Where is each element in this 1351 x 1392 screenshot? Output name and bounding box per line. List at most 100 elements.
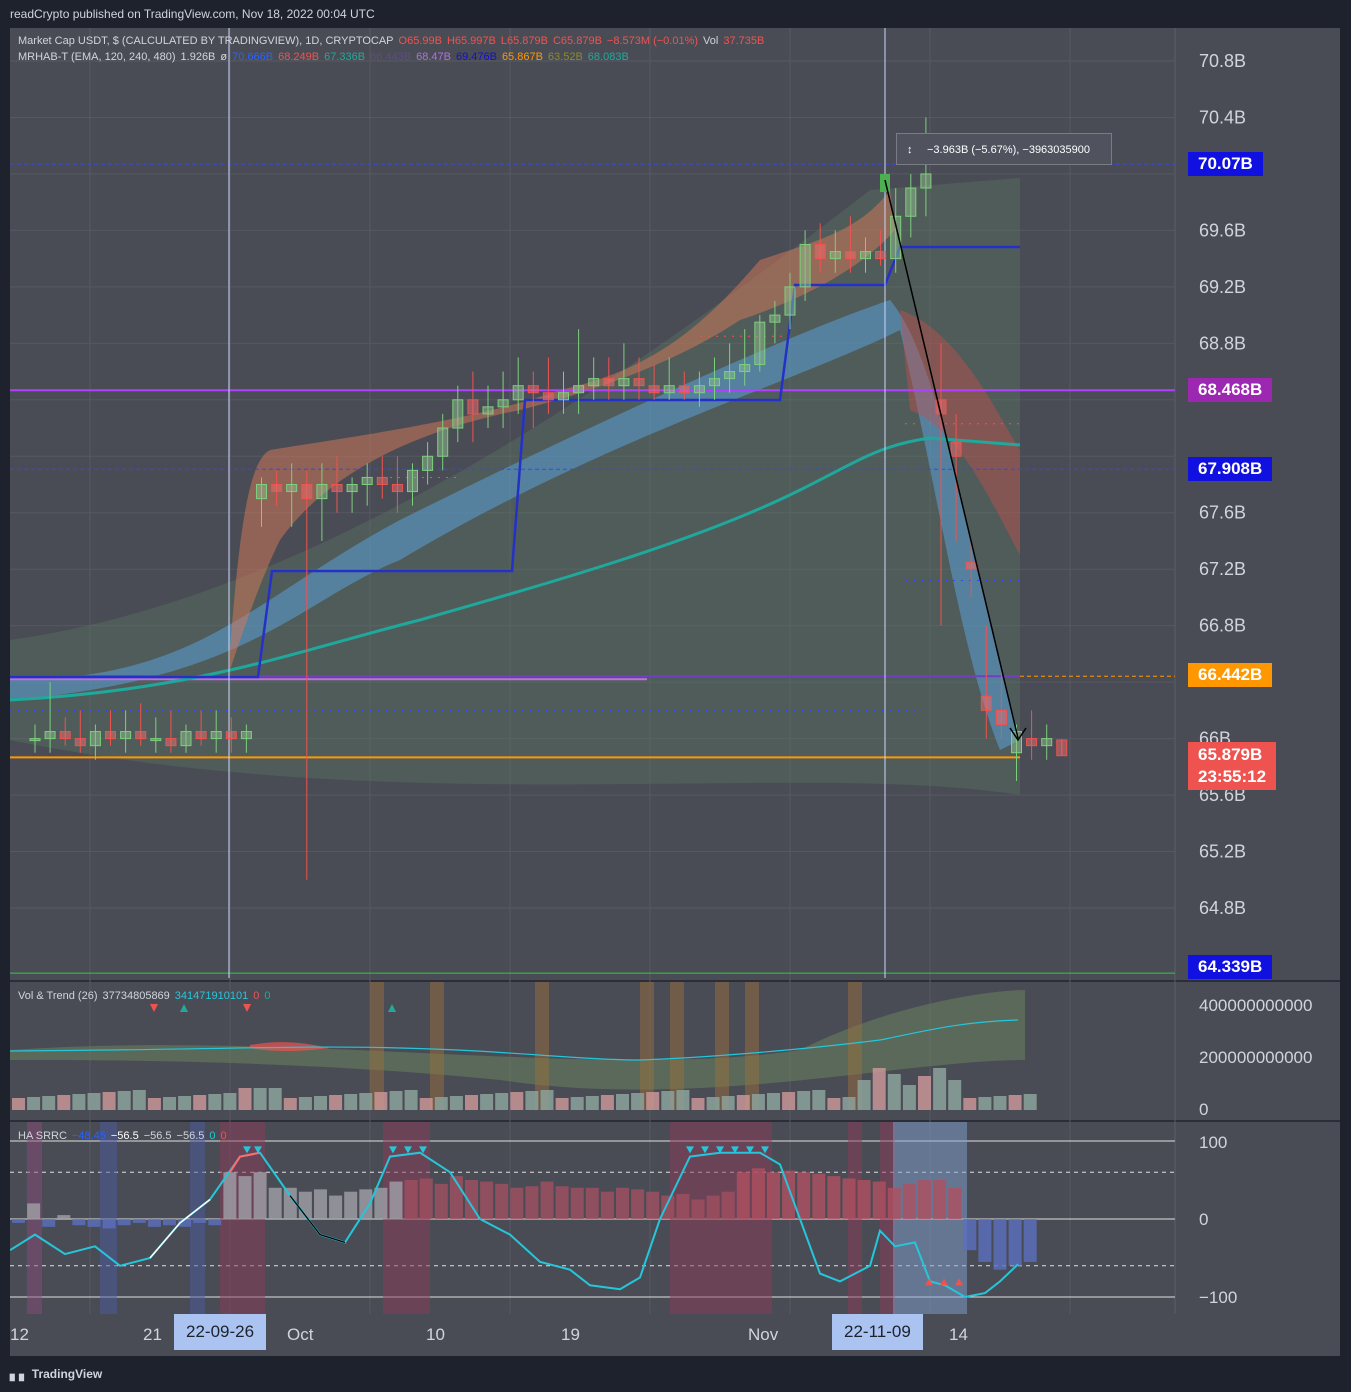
candle-body [739,364,751,373]
ha-histogram-bar [555,1186,569,1219]
last-price-badge: 65.879B 23:55:12 [1188,742,1277,790]
volume-bar [193,1095,207,1110]
ha-histogram-bar [253,1172,267,1219]
candle-body [44,731,56,740]
mrhab-legend-item-5: 67.336B [324,51,366,63]
ha-background-band [190,1122,205,1314]
measure-tooltip: ↕ −3.963B (−5.67%), −3963035900 [896,133,1112,165]
volume-tick-label: 400000000000 [1199,996,1312,1015]
volume-bar [314,1096,327,1110]
mrhab-legend-item-1: 1.926B [180,51,216,63]
volume-bar [631,1093,645,1110]
ha-histogram-bar [495,1183,509,1219]
ha-histogram-bar [102,1219,116,1229]
candle-body [407,469,418,493]
level-badge-68-468: 68.468B [1188,378,1273,402]
candle-body [437,427,449,457]
volume-bar [298,1097,312,1110]
ha-histogram-bar [933,1180,947,1219]
ha-histogram-bar [42,1219,56,1227]
ha-histogram-bar [661,1195,675,1219]
ha-histogram-bar [314,1189,327,1219]
ha-histogram-bar [419,1178,433,1219]
ha-histogram-bar [872,1181,886,1219]
ha-histogram-bar [631,1189,645,1219]
volume-bar [1023,1094,1037,1110]
x-axis-label-19: 19 [561,1325,580,1344]
ha-histogram-bar [842,1178,856,1219]
volume-bar [963,1098,977,1110]
volume-bar [948,1080,962,1110]
ha-histogram-bar [1023,1219,1037,1262]
candle-body [558,392,569,401]
candle-body [1026,738,1038,747]
volume-bar [419,1098,433,1110]
ha-histogram-bar [147,1219,161,1227]
candle-body [316,484,328,500]
volume-bar [57,1095,71,1110]
main-legend-item-3: L65.879B [500,35,548,47]
ha-histogram-bar [434,1183,448,1219]
candle-body [724,371,736,380]
main-legend-item-6: Vol [703,35,719,47]
volume-bar [87,1093,101,1110]
candle-body [376,476,388,486]
volume-bar [736,1095,750,1110]
price-tick-label: 69.6B [1199,220,1246,240]
tradingview-logo[interactable]: ▖▖ TradingView [10,1367,102,1381]
volume-bar [570,1097,584,1110]
ha-histogram-bar [510,1187,524,1219]
mrhab-legend-item-7: 68.47B [416,51,451,63]
volume-bar [525,1091,539,1110]
ha-histogram-bar [736,1172,750,1219]
candle-body [573,385,585,394]
volume-bar [721,1096,735,1110]
candle-body [709,378,720,387]
volume-bar [147,1098,161,1110]
candle-body [497,399,509,408]
candle-body [965,561,977,570]
volume-bar [797,1091,811,1110]
ha-histogram-bar [797,1172,811,1219]
ha-background-band [100,1122,117,1314]
ha-histogram-bar [616,1187,629,1219]
volume-bar [389,1091,403,1110]
candle-body [467,399,479,415]
bar-countdown: 23:55:12 [1198,767,1267,786]
volume-bar [751,1094,765,1110]
main-legend-item-2: H65.997B [446,35,496,47]
volume-legend: Vol & Trend (26) 37734805869 341471910101 0… [18,990,275,1002]
ha-histogram-bar [600,1191,614,1219]
x-axis-label-14: 14 [949,1325,968,1344]
candle-body [210,731,222,740]
volume-bar [42,1096,56,1110]
main-legend-item-4: C65.879B [552,35,602,47]
candle-body [286,484,298,493]
mrhab-legend-item-8: 69.476B [455,51,497,63]
candle-body [905,187,917,217]
candle-body [633,378,645,387]
ha-histogram-bar [646,1191,660,1219]
volume-bar [404,1090,418,1110]
ha-histogram-bar [887,1187,901,1219]
candle-body [256,484,267,500]
candle-body [240,731,252,740]
vol-legend-item-3: 0 [253,990,260,1002]
vol-legend-item-4: 0 [264,990,271,1002]
ha-legend-item-0: HA SRRC [18,1130,67,1142]
volume-bar [918,1076,931,1110]
volume-highlight-column [745,982,759,1110]
ha-legend-item-1: −48.45 [71,1130,106,1142]
candle-body [754,321,766,366]
candle-body [361,476,373,486]
candle-body [678,385,690,394]
main-legend-item-7: 37.735B [723,35,765,47]
ha-histogram-bar [208,1219,222,1226]
candle-body [799,244,811,288]
candle-body [301,484,313,500]
x-axis-label-12: 12 [10,1325,29,1344]
price-tick-label: 70.4B [1199,107,1246,127]
chart-svg[interactable]: 70.8B 70.4B 69.6B 69.2B 68.8B 67.6B 67.2B 66.8B… [0,0,1351,1392]
candle-body [769,314,781,323]
ha-histogram-bar [374,1187,388,1219]
